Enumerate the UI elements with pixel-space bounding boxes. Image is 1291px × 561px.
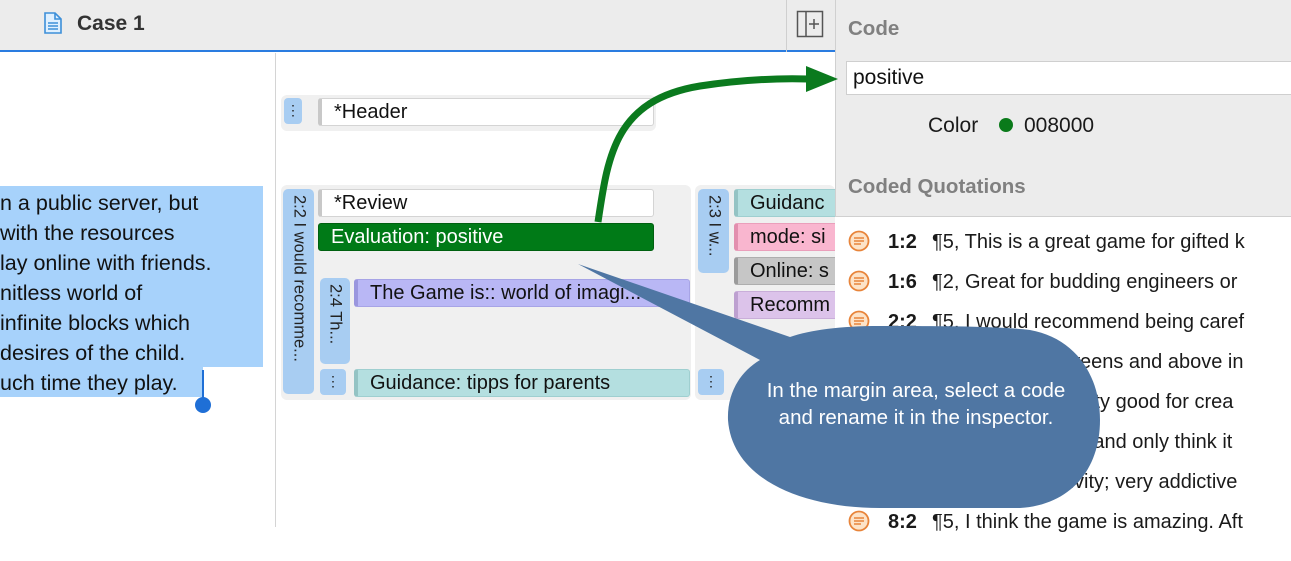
quotation-handle-header[interactable]: ⋮: [284, 98, 302, 124]
quotation-tab-2-3[interactable]: 2:3 I w...: [698, 189, 729, 273]
color-swatch-icon[interactable]: [999, 118, 1013, 132]
color-label: Color: [928, 114, 979, 137]
code-chip-recommendation[interactable]: Recomm: [734, 291, 844, 319]
quotation-text: ¶5, I would recommend being caref: [932, 311, 1245, 333]
quotation-tab-2-4[interactable]: 2:4 Th...: [320, 278, 350, 364]
text-quotation-icon: [848, 230, 870, 252]
document-line[interactable]: nitless world of: [0, 281, 142, 306]
quotation-tab-2-2[interactable]: 2:2 I would recomme...: [283, 189, 314, 394]
quotation-tab-label: 2:4 Th...: [326, 284, 345, 345]
code-chip-mode[interactable]: mode: si: [734, 223, 844, 251]
code-heading: Code: [848, 17, 900, 40]
document-tab-title[interactable]: Case 1: [77, 12, 145, 36]
split-view-button[interactable]: [796, 10, 824, 38]
quotation-text: ¶5, This is a great game for gifted k: [932, 231, 1245, 253]
quotation-text: tweens and above in: [1060, 351, 1244, 373]
quotation-tab-label: 2:2 I would recomme...: [290, 195, 308, 362]
text-quotation-icon: [848, 310, 870, 332]
text-quotation-icon: [848, 510, 870, 532]
rename-arrow-head: [806, 66, 838, 92]
quotation-text: tivity; very addictive: [1064, 471, 1238, 493]
margin-divider: [275, 53, 276, 527]
quotation-text: me and only think it: [1060, 431, 1233, 453]
quotation-ref: 8:2: [888, 511, 917, 533]
quotation-ref: 1:2: [888, 231, 917, 253]
tab-bar-divider: [786, 0, 787, 52]
code-chip-header[interactable]: *Header: [318, 98, 654, 126]
document-line[interactable]: infinite blocks which: [0, 311, 190, 336]
text-quotation-icon: [848, 270, 870, 292]
document-line[interactable]: with the resources: [0, 221, 174, 246]
code-chip-evaluation-positive[interactable]: Evaluation: positive: [318, 223, 654, 251]
quotation-text: ¶5, I think the game is amazing. Aft: [932, 511, 1243, 533]
selection-drag-handle[interactable]: [195, 397, 211, 413]
code-name-input[interactable]: [846, 61, 1291, 95]
quotation-text: pretty good for crea: [1060, 391, 1234, 413]
code-chip-guidance-tipps[interactable]: Guidance: tipps for parents: [354, 369, 690, 397]
code-chip-online[interactable]: Online: s: [734, 257, 844, 285]
callout-text: In the margin area, select a code and re…: [766, 379, 1066, 429]
document-line[interactable]: uch time they play.: [0, 371, 178, 396]
coded-quotations-heading: Coded Quotations: [848, 175, 1026, 198]
quotation-ref: 1:6: [888, 271, 917, 293]
document-line[interactable]: desires of the child.: [0, 341, 185, 366]
quotation-text: ¶2, Great for budding engineers or: [932, 271, 1238, 293]
quotation-ref: 2:2: [888, 311, 917, 333]
code-chip-the-game-is[interactable]: The Game is:: world of imagi...: [354, 279, 690, 307]
quotation-handle-right[interactable]: ⋮: [698, 369, 724, 395]
quotation-handle-lower[interactable]: ⋮: [320, 369, 346, 395]
document-line[interactable]: lay online with friends.: [0, 251, 212, 276]
color-value[interactable]: 008000: [1024, 114, 1094, 138]
code-chip-review[interactable]: *Review: [318, 189, 654, 217]
document-icon: [44, 12, 62, 34]
document-line[interactable]: n a public server, but: [0, 191, 198, 216]
quotation-tab-label: 2:3 I w...: [705, 195, 723, 257]
code-chip-guidance[interactable]: Guidanc: [734, 189, 844, 217]
